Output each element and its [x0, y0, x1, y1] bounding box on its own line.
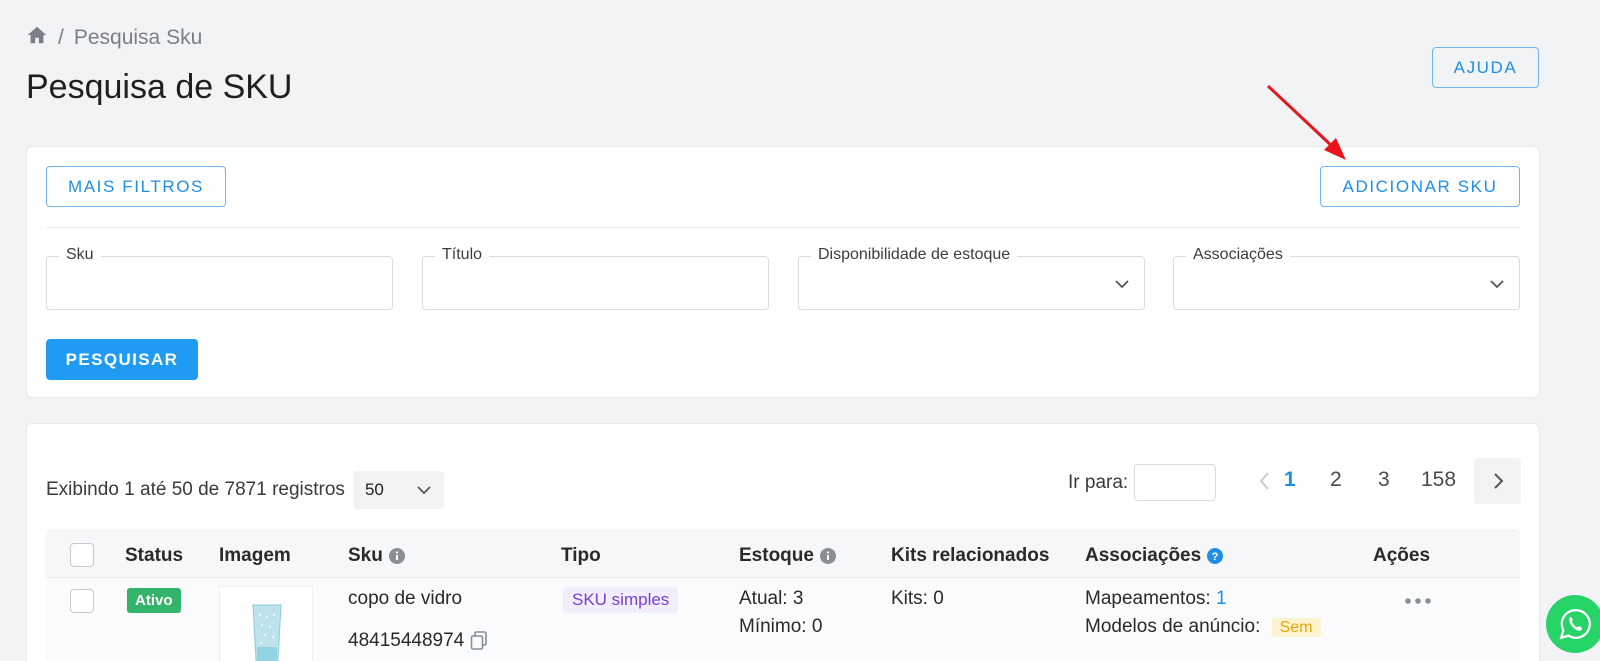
- column-status: Status: [125, 545, 184, 566]
- copy-icon[interactable]: [470, 631, 488, 651]
- column-stock-label: Estoque: [739, 545, 814, 566]
- associations-select[interactable]: Associações: [1173, 246, 1520, 310]
- product-name: copo de vidro: [348, 588, 463, 609]
- sku-code-value: 48415448974: [348, 630, 465, 651]
- chevron-down-icon: [417, 486, 431, 495]
- column-associations: Associações ?: [1085, 545, 1224, 567]
- sku-code: 48415448974: [348, 630, 488, 652]
- stock-current: Atual: 3: [739, 588, 804, 609]
- page-3[interactable]: 3: [1378, 468, 1390, 492]
- svg-text:?: ?: [1212, 551, 1219, 563]
- type-badge: SKU simples: [563, 587, 679, 613]
- mappings: Mapeamentos: 1: [1085, 588, 1227, 610]
- title-field-label: Título: [435, 246, 490, 264]
- ad-models-badge: Sem: [1271, 618, 1321, 637]
- breadcrumb-separator: /: [58, 26, 64, 49]
- page-title: Pesquisa de SKU: [26, 68, 293, 106]
- sku-field[interactable]: Sku: [46, 246, 393, 310]
- mappings-link[interactable]: 1: [1216, 588, 1227, 609]
- column-image: Imagem: [219, 545, 291, 566]
- mappings-label: Mapeamentos:: [1085, 588, 1211, 609]
- product-image[interactable]: [219, 586, 313, 661]
- chevron-down-icon: [1115, 280, 1129, 289]
- goto-page: Ir para:: [1068, 464, 1217, 501]
- more-filters-button[interactable]: MAIS FILTROS: [46, 166, 226, 207]
- filters-card: MAIS FILTROS ADICIONAR SKU Sku Título Di…: [26, 146, 1540, 398]
- chevron-left-icon[interactable]: [1257, 470, 1273, 492]
- records-text: Exibindo 1 até 50 de 7871 registros: [46, 479, 345, 500]
- title-field[interactable]: Título: [422, 246, 769, 310]
- column-type: Tipo: [561, 545, 601, 566]
- ad-models-label: Modelos de anúncio:: [1085, 616, 1261, 637]
- breadcrumb-current: Pesquisa Sku: [73, 26, 203, 49]
- home-icon[interactable]: [26, 24, 48, 52]
- column-stock: Estoque: [739, 545, 836, 567]
- sku-field-label: Sku: [59, 246, 101, 264]
- select-all-checkbox[interactable]: [70, 543, 94, 567]
- stock-availability-label: Disponibilidade de estoque: [811, 246, 1018, 264]
- ad-models: Modelos de anúncio: Sem: [1085, 616, 1321, 638]
- records-info: Exibindo 1 até 50 de 7871 registros 50: [46, 471, 444, 509]
- column-associations-label: Associações: [1085, 545, 1202, 566]
- results-card: Exibindo 1 até 50 de 7871 registros 50 I…: [26, 423, 1540, 661]
- divider: [46, 227, 1520, 228]
- whatsapp-icon: [1559, 609, 1591, 640]
- help-button[interactable]: AJUDA: [1432, 47, 1539, 88]
- search-button[interactable]: PESQUISAR: [46, 339, 198, 380]
- page-2[interactable]: 2: [1330, 468, 1342, 492]
- status-badge: Ativo: [127, 588, 181, 613]
- table-header: Status Imagem Sku Tipo Estoque Kits rela…: [46, 530, 1520, 578]
- whatsapp-button[interactable]: [1546, 595, 1600, 653]
- associations-label: Associações: [1186, 246, 1290, 264]
- chevron-down-icon: [1490, 280, 1504, 289]
- stock-minimum: Mínimo: 0: [739, 616, 823, 637]
- column-sku: Sku: [348, 545, 405, 567]
- info-icon[interactable]: [819, 548, 836, 564]
- goto-label: Ir para:: [1068, 471, 1129, 493]
- column-sku-label: Sku: [348, 545, 383, 566]
- table-row: Ativo copo de vidro 48415448974 SKU simp…: [46, 578, 1520, 661]
- column-kits: Kits relacionados: [891, 545, 1050, 566]
- breadcrumb: / Pesquisa Sku: [26, 24, 202, 52]
- row-checkbox[interactable]: [70, 589, 94, 613]
- info-icon[interactable]: [388, 548, 405, 564]
- kits-count: Kits: 0: [891, 588, 944, 609]
- chevron-right-icon: [1493, 473, 1503, 489]
- goto-page-input[interactable]: [1134, 464, 1217, 501]
- page-1[interactable]: 1: [1284, 468, 1296, 492]
- help-circle-icon[interactable]: ?: [1207, 548, 1224, 564]
- add-sku-button[interactable]: ADICIONAR SKU: [1320, 166, 1520, 207]
- more-actions-icon[interactable]: [1404, 596, 1432, 606]
- per-page-select[interactable]: 50: [352, 471, 444, 509]
- column-actions: Ações: [1373, 545, 1431, 566]
- per-page-value: 50: [364, 480, 384, 499]
- next-page-button[interactable]: [1474, 458, 1521, 504]
- page-158[interactable]: 158: [1421, 468, 1456, 492]
- stock-availability-select[interactable]: Disponibilidade de estoque: [798, 246, 1145, 310]
